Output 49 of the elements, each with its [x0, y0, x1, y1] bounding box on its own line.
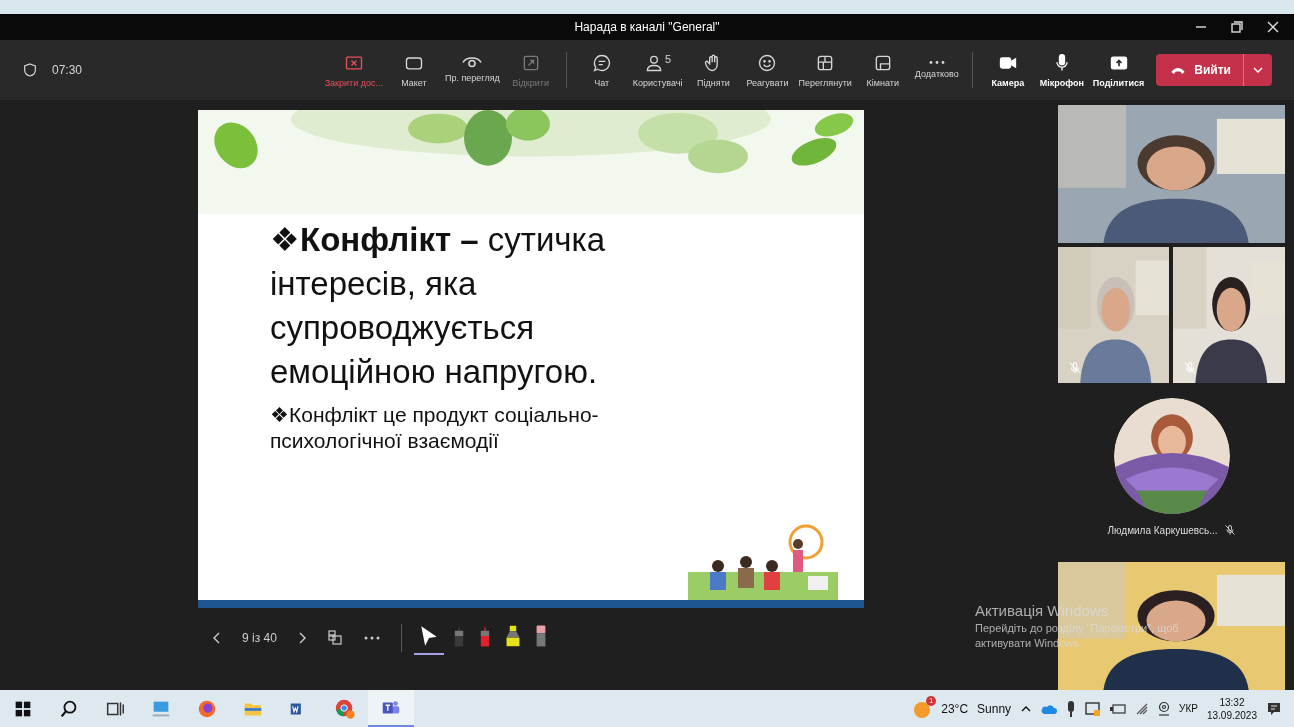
teams-taskbar-button[interactable]	[368, 690, 414, 727]
more-icon	[362, 635, 381, 641]
shield-icon	[22, 62, 38, 78]
chat-button[interactable]: Чат	[574, 48, 629, 92]
rooms-button[interactable]: Кімнати	[855, 48, 910, 92]
slide-bullet: ❖Конфлікт це продукт соціально-психологічної взаємодії	[270, 402, 600, 454]
chrome-icon	[334, 697, 356, 720]
preview-button[interactable]: Пр. перегляд	[440, 53, 504, 87]
pen-icon	[453, 625, 464, 647]
more-button[interactable]: Додатково	[909, 57, 964, 83]
layout-button[interactable]: Макет	[386, 48, 441, 92]
pointer-icon	[419, 625, 438, 647]
smiley-icon	[757, 52, 778, 73]
camera-button[interactable]: Камера	[980, 48, 1035, 92]
participant-name: Людмила Каркушевсь...	[1107, 524, 1218, 536]
view-button[interactable]: Переглянути	[794, 48, 856, 92]
participant-count: 5	[665, 52, 672, 65]
more-icon	[928, 61, 945, 64]
maximize-icon[interactable]	[1230, 20, 1244, 34]
hand-button[interactable]: Підняти	[686, 48, 741, 92]
phone-icon	[1170, 65, 1187, 75]
clock[interactable]: 13:32 13.09.2023	[1206, 695, 1257, 722]
slides-icon	[326, 630, 343, 646]
pen-icon	[479, 625, 490, 647]
slide-bullet: ❖Конфлікт – сутичка інтересів, яка супроводжується емоційною напругою.	[270, 220, 607, 392]
share-button[interactable]: Поділитися	[1088, 48, 1149, 92]
monitor-icon[interactable]	[1085, 700, 1102, 717]
webcam-icon[interactable]	[1158, 700, 1171, 717]
chevron-left-icon	[212, 631, 222, 645]
battery-icon[interactable]	[1110, 702, 1127, 715]
slide-counter: 9 із 40	[241, 631, 278, 645]
language-indicator[interactable]: УКР	[1179, 703, 1198, 714]
people-button[interactable]: 5 Користувачі	[628, 48, 687, 92]
cloud-icon[interactable]	[1041, 702, 1058, 715]
stop-share-button[interactable]: Закрити дос...	[320, 48, 387, 92]
eraser-icon	[535, 625, 546, 647]
weather-condition: Sunny	[977, 701, 1012, 716]
react-button[interactable]: Реагувати	[740, 48, 795, 92]
temperature: 23°C	[941, 701, 969, 716]
wifi-icon[interactable]	[1135, 701, 1150, 716]
chat-icon	[591, 52, 612, 73]
mic-button[interactable]: Мікрофон	[1034, 48, 1089, 92]
highlighter-icon	[505, 625, 520, 647]
close-icon[interactable]	[1266, 20, 1280, 34]
notification-icon[interactable]	[1266, 700, 1282, 717]
window-title: Нарада в каналі "General"	[574, 20, 720, 34]
eye-icon	[462, 57, 483, 68]
microphone-icon[interactable]	[1066, 700, 1077, 717]
meeting-timer: 07:30	[52, 63, 83, 77]
